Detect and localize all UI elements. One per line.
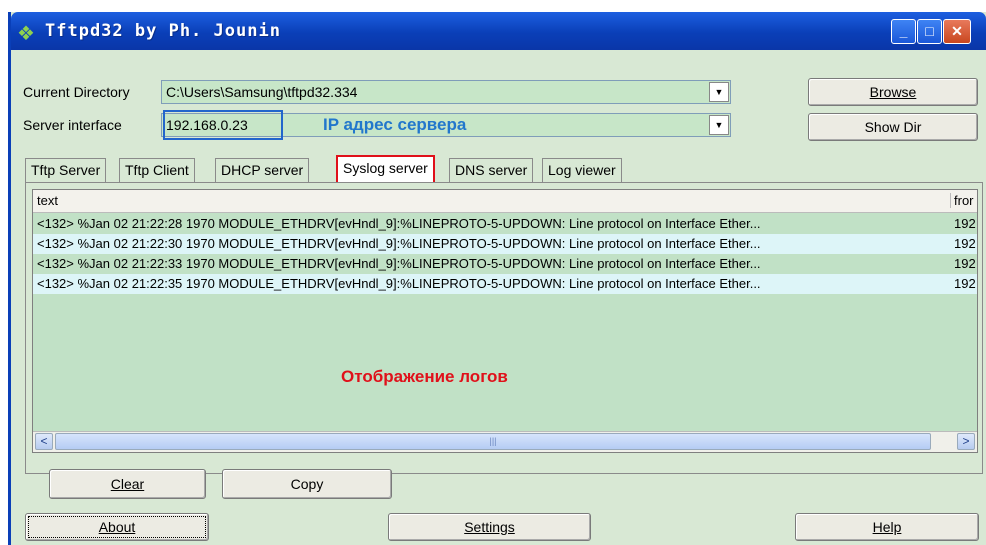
log-annotation: Отображение логов: [341, 367, 508, 386]
column-header-from[interactable]: fror: [950, 193, 974, 208]
row-text: <132> %Jan 02 21:22:28 1970 MODULE_ETHDR…: [37, 216, 761, 231]
row-text: <132> %Jan 02 21:22:33 1970 MODULE_ETHDR…: [37, 256, 761, 271]
tab-syslog-server[interactable]: Syslog server: [336, 155, 435, 183]
tab-tftp-client[interactable]: Tftp Client: [119, 158, 195, 182]
server-interface-label: Server interface: [23, 117, 122, 133]
tab-dns-server[interactable]: DNS server: [449, 158, 534, 182]
table-row[interactable]: <132> %Jan 02 21:22:35 1970 MODULE_ETHDR…: [33, 274, 977, 294]
row-from: 192: [954, 256, 976, 271]
syslog-panel: text fror <132> %Jan 02 21:22:28 1970 MO…: [25, 182, 983, 499]
tftp-app-icon: ❖: [17, 23, 35, 45]
tab-tftp-server[interactable]: Tftp Server: [25, 158, 107, 182]
table-row[interactable]: <132> %Jan 02 21:22:30 1970 MODULE_ETHDR…: [33, 234, 977, 254]
chevron-down-icon[interactable]: ▼: [709, 115, 729, 135]
show-dir-button-label: Show Dir: [864, 119, 922, 135]
row-from: 192: [954, 236, 976, 251]
chevron-down-icon[interactable]: ▼: [709, 82, 729, 102]
show-dir-button[interactable]: Show Dir: [808, 113, 978, 141]
row-text: <132> %Jan 02 21:22:30 1970 MODULE_ETHDR…: [37, 236, 761, 251]
title-bar[interactable]: ❖ Tftpd32 by Ph. Jounin _ □ ✕: [11, 12, 986, 50]
maximize-icon[interactable]: □: [917, 19, 942, 44]
tab-dhcp-server[interactable]: DHCP server: [215, 158, 310, 182]
scrollbar-thumb[interactable]: |||: [55, 433, 931, 450]
close-icon[interactable]: ✕: [943, 19, 971, 44]
browse-button-label: Browse: [869, 84, 917, 100]
help-button-label: Help: [872, 519, 902, 535]
help-button[interactable]: Help: [795, 513, 979, 541]
current-directory-value: C:\Users\Samsung\tftpd32.334: [166, 84, 358, 100]
row-from: 192: [954, 276, 976, 291]
syslog-list[interactable]: text fror <132> %Jan 02 21:22:28 1970 MO…: [32, 189, 978, 453]
current-directory-label: Current Directory: [23, 84, 130, 100]
horizontal-scrollbar[interactable]: < ||| >: [33, 431, 977, 452]
scroll-left-icon[interactable]: <: [35, 433, 53, 450]
ip-annotation: IP адрес сервера: [323, 115, 467, 134]
clear-button-label: Clear: [110, 476, 145, 492]
table-row[interactable]: <132> %Jan 02 21:22:28 1970 MODULE_ETHDR…: [33, 214, 977, 234]
scroll-right-icon[interactable]: >: [957, 433, 975, 450]
tab-log-viewer[interactable]: Log viewer: [542, 158, 622, 182]
clear-button[interactable]: Clear: [49, 469, 206, 499]
table-row[interactable]: <132> %Jan 02 21:22:33 1970 MODULE_ETHDR…: [33, 254, 977, 274]
column-header-text[interactable]: text: [37, 193, 58, 208]
current-directory-combo[interactable]: C:\Users\Samsung\tftpd32.334 ▼: [161, 80, 731, 104]
copy-button[interactable]: Copy: [222, 469, 392, 499]
row-from: 192: [954, 216, 976, 231]
settings-button-label: Settings: [464, 519, 515, 535]
browse-button[interactable]: Browse: [808, 78, 978, 106]
ip-highlight-box: [163, 110, 283, 140]
about-button-label: About: [98, 519, 136, 535]
settings-button[interactable]: Settings: [388, 513, 591, 541]
about-button[interactable]: About: [25, 513, 209, 541]
tftpd32-window: ❖ Tftpd32 by Ph. Jounin _ □ ✕ Current Di…: [8, 12, 986, 545]
copy-button-label: Copy: [290, 476, 324, 492]
minimize-icon[interactable]: _: [891, 19, 916, 44]
list-header: text fror: [33, 190, 977, 213]
window-title: Tftpd32 by Ph. Jounin: [45, 21, 281, 41]
row-text: <132> %Jan 02 21:22:35 1970 MODULE_ETHDR…: [37, 276, 761, 291]
